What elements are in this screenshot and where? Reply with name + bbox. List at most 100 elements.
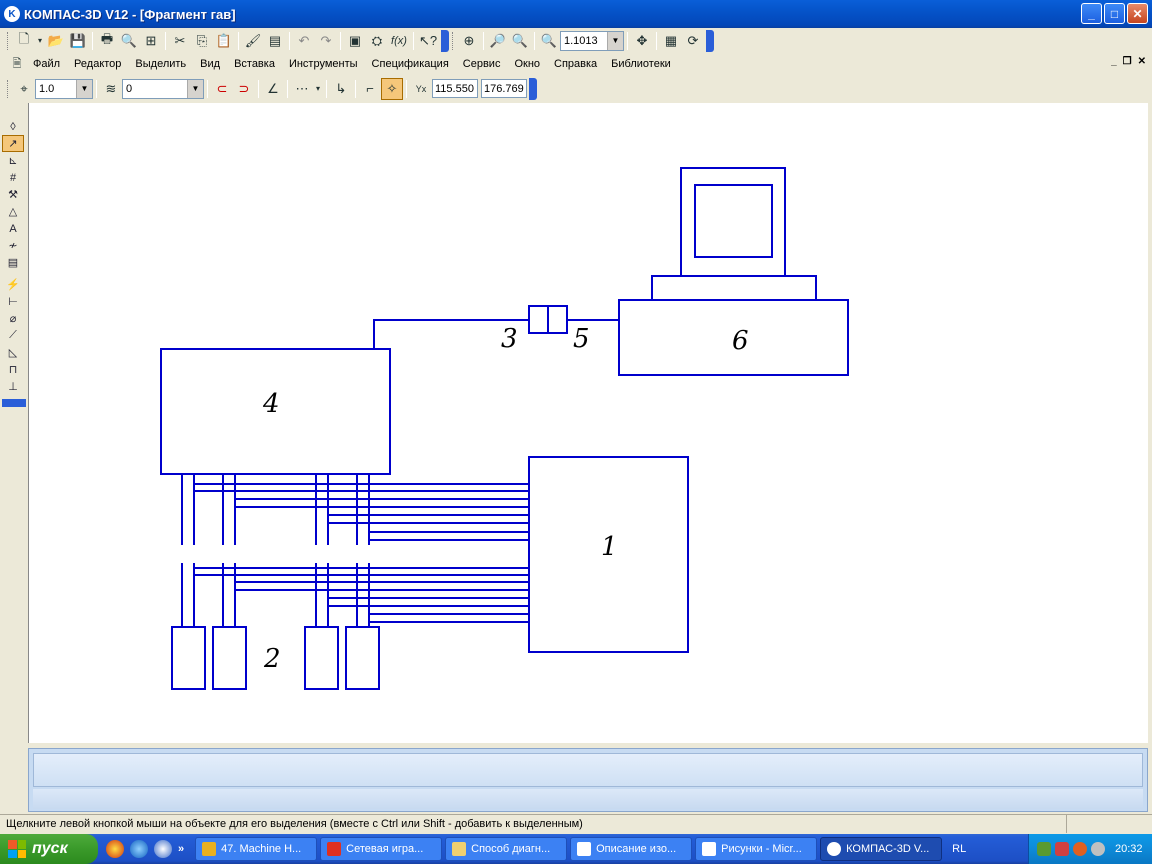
properties-area[interactable] bbox=[33, 753, 1143, 787]
menu-help[interactable]: Справка bbox=[547, 58, 604, 70]
tray-app-icon[interactable] bbox=[1037, 842, 1051, 856]
symbols-icon[interactable]: # bbox=[2, 169, 24, 186]
scale-combo[interactable]: 1.1013 ▼ bbox=[560, 30, 624, 51]
save-icon[interactable]: 💾 bbox=[67, 30, 89, 52]
properties-icon[interactable]: ▤ bbox=[264, 30, 286, 52]
connector-right[interactable] bbox=[547, 305, 568, 334]
layer-combo[interactable]: 0 ▼ bbox=[122, 78, 204, 99]
local-snap-icon[interactable]: ⊃ bbox=[233, 78, 255, 100]
library-manager-icon[interactable]: ⛭ bbox=[366, 30, 388, 52]
tray-sound-icon[interactable] bbox=[1091, 842, 1105, 856]
reports-icon[interactable]: ▤ bbox=[2, 254, 24, 271]
document-icon[interactable]: 🗎 bbox=[8, 55, 26, 73]
angle-dim-icon[interactable]: ◺ bbox=[2, 344, 24, 361]
sensor-2[interactable] bbox=[212, 626, 247, 690]
menu-file[interactable]: Файл bbox=[26, 58, 67, 70]
linear-dim-icon[interactable]: ⊢ bbox=[2, 293, 24, 310]
new-dropdown-icon[interactable]: ▾ bbox=[35, 30, 45, 52]
tray-network-icon[interactable] bbox=[1055, 842, 1069, 856]
sensor-3[interactable] bbox=[304, 626, 339, 690]
radial-dim-icon[interactable]: ⟋ bbox=[2, 327, 24, 344]
menu-tools[interactable]: Инструменты bbox=[282, 58, 365, 70]
task-button[interactable]: Способ диагн... bbox=[445, 837, 568, 861]
drawing-canvas[interactable]: 1 2 3 4 5 6 bbox=[28, 103, 1148, 743]
properties-tabs[interactable] bbox=[33, 789, 1143, 809]
variables-icon[interactable]: f(x) bbox=[388, 30, 410, 52]
task-button-active[interactable]: КОМПАС-3D V... bbox=[820, 837, 943, 861]
task-button[interactable]: Описание изо... bbox=[570, 837, 693, 861]
print-icon[interactable]: 🖶 bbox=[96, 30, 118, 52]
zoom-in-icon[interactable]: 🔎 bbox=[487, 30, 509, 52]
task-button[interactable]: Рисунки - Micr... bbox=[695, 837, 818, 861]
title-bar[interactable]: K КОМПАС-3D V12 - [Фрагмент гав] _ □ ✕ bbox=[0, 0, 1152, 28]
menu-libraries[interactable]: Библиотеки bbox=[604, 58, 678, 70]
maximize-button[interactable]: □ bbox=[1104, 3, 1125, 24]
grid-dropdown-icon[interactable]: ▾ bbox=[313, 78, 323, 100]
spec-icon[interactable]: ≁ bbox=[2, 237, 24, 254]
parametrization-icon[interactable]: ⚒ bbox=[2, 186, 24, 203]
mdi-close-button[interactable]: ✕ bbox=[1138, 56, 1146, 67]
dimensions-icon[interactable]: ⊾ bbox=[2, 152, 24, 169]
connector-left[interactable] bbox=[528, 305, 549, 334]
menu-editor[interactable]: Редактор bbox=[67, 58, 128, 70]
help-pointer-icon[interactable]: ↖? bbox=[417, 30, 439, 52]
select-icon[interactable]: A bbox=[2, 220, 24, 237]
tree-icon[interactable]: ⊞ bbox=[140, 30, 162, 52]
zoom-out-icon[interactable]: 🔍 bbox=[509, 30, 531, 52]
break-dim-icon[interactable]: ⊓ bbox=[2, 361, 24, 378]
edit-icon[interactable]: ↗ bbox=[2, 135, 24, 152]
label-3[interactable]: 3 bbox=[501, 324, 518, 354]
undo-icon[interactable]: ↶ bbox=[293, 30, 315, 52]
cursor-step-icon[interactable]: ⌖ bbox=[13, 78, 35, 100]
sensor-4[interactable] bbox=[345, 626, 380, 690]
label-1[interactable]: 1 bbox=[601, 532, 618, 562]
ortho-mode-icon[interactable]: ⌐ bbox=[359, 78, 381, 100]
menu-insert[interactable]: Вставка bbox=[227, 58, 282, 70]
refresh-icon[interactable]: ▦ bbox=[660, 30, 682, 52]
computer-base[interactable] bbox=[651, 275, 817, 301]
ortho-icon[interactable]: ∠ bbox=[262, 78, 284, 100]
task-button[interactable]: Сетевая игра... bbox=[320, 837, 443, 861]
close-button[interactable]: ✕ bbox=[1127, 3, 1148, 24]
tray-k-icon[interactable] bbox=[1073, 842, 1087, 856]
print-preview-icon[interactable]: 🔍 bbox=[118, 30, 140, 52]
minimize-button[interactable]: _ bbox=[1081, 3, 1102, 24]
label-2[interactable]: 2 bbox=[263, 644, 281, 674]
measure-icon[interactable]: △ bbox=[2, 203, 24, 220]
kompas-app-icon[interactable]: K bbox=[4, 6, 20, 22]
menu-specification[interactable]: Спецификация bbox=[365, 58, 456, 70]
y-coordinate-field[interactable]: 176.769 bbox=[481, 79, 527, 98]
start-button[interactable]: пуск bbox=[0, 834, 98, 864]
auto-line-icon[interactable]: ⚡ bbox=[2, 276, 24, 293]
chevron-down-icon[interactable]: ▼ bbox=[607, 31, 623, 50]
toolbar-grip[interactable] bbox=[7, 31, 10, 50]
monitor-screen[interactable] bbox=[694, 184, 773, 258]
new-document-icon[interactable]: 🗋 bbox=[13, 30, 35, 52]
format-brush-icon[interactable]: 🖌 bbox=[242, 30, 264, 52]
menu-view[interactable]: Вид bbox=[193, 58, 227, 70]
kompas-quick-icon[interactable] bbox=[154, 840, 172, 858]
mdi-minimize-button[interactable]: _ bbox=[1111, 56, 1117, 67]
label-5[interactable]: 5 bbox=[573, 324, 590, 354]
block-diagram[interactable]: 1 2 3 4 5 6 bbox=[29, 103, 1149, 743]
snap-magnet-icon[interactable]: ⊂ bbox=[211, 78, 233, 100]
grid-icon[interactable]: ⋯ bbox=[291, 78, 313, 100]
menu-select[interactable]: Выделить bbox=[128, 58, 193, 70]
sensor-1[interactable] bbox=[171, 626, 206, 690]
round-off-icon[interactable]: ✧ bbox=[381, 77, 403, 100]
quick-launch-more[interactable]: » bbox=[178, 843, 184, 855]
paste-icon[interactable]: 📋 bbox=[213, 30, 235, 52]
chevron-down-icon[interactable]: ▼ bbox=[76, 79, 92, 98]
diameter-icon[interactable]: ⌀ bbox=[2, 310, 24, 327]
step-combo[interactable]: 1.0 ▼ bbox=[35, 78, 93, 99]
pan-icon[interactable]: ✥ bbox=[631, 30, 653, 52]
manager-icon[interactable]: ▣ bbox=[344, 30, 366, 52]
label-4[interactable]: 4 bbox=[262, 389, 280, 419]
menu-window[interactable]: Окно bbox=[507, 58, 547, 70]
cut-icon[interactable]: ✂ bbox=[169, 30, 191, 52]
open-folder-icon[interactable]: 📂 bbox=[45, 30, 67, 52]
chevron-down-icon[interactable]: ▼ bbox=[187, 79, 203, 98]
copy-icon[interactable]: ⎘ bbox=[191, 30, 213, 52]
x-coordinate-field[interactable]: 115.550 bbox=[432, 79, 478, 98]
redo-icon[interactable]: ↷ bbox=[315, 30, 337, 52]
